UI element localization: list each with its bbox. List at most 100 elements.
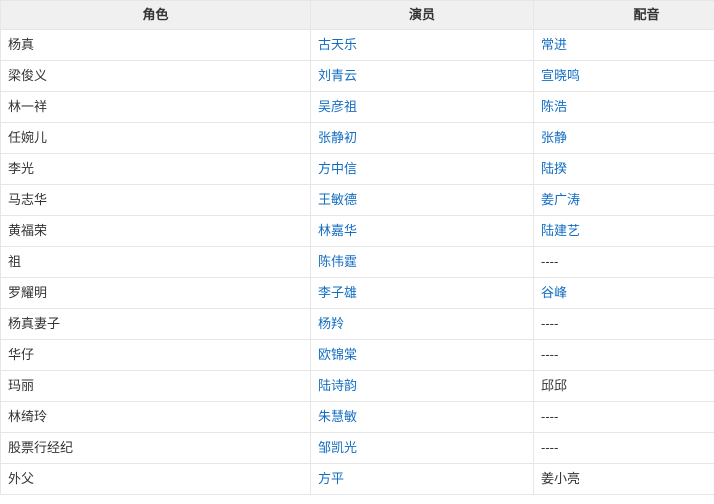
role-text: 祖 xyxy=(8,254,22,269)
voice-cell: ---- xyxy=(533,401,714,433)
role-text: 李光 xyxy=(8,161,35,176)
table-row: 任婉儿 张静初 张静 xyxy=(0,122,714,154)
actor-link[interactable]: 古天乐 xyxy=(318,37,357,52)
role-cell: 杨真妻子 xyxy=(0,308,311,340)
voice-cell: 谷峰 xyxy=(533,277,714,309)
actor-link[interactable]: 邹凯光 xyxy=(318,440,357,455)
role-text: 马志华 xyxy=(8,192,48,207)
role-text: 杨真 xyxy=(8,37,35,52)
actor-cell: 陈伟霆 xyxy=(310,246,534,278)
actor-cell: 古天乐 xyxy=(310,29,534,61)
cast-table-header: 角色 演员 配音 xyxy=(0,0,714,30)
voice-text: ---- xyxy=(541,440,559,455)
table-row: 华仔 欧锦棠 ---- xyxy=(0,339,714,371)
voice-cell: ---- xyxy=(533,308,714,340)
actor-cell: 陆诗韵 xyxy=(310,370,534,402)
role-text: 任婉儿 xyxy=(8,130,48,145)
cast-table: 角色 演员 配音 杨真 古天乐 常进梁俊义 刘青云 宣晓鸣林一祥 吴彦祖 陈浩任婉儿 张静初 张… xyxy=(0,0,714,495)
voice-link[interactable]: 姜广涛 xyxy=(541,192,580,207)
voice-link[interactable]: 张静 xyxy=(541,130,567,145)
actor-link[interactable]: 张静初 xyxy=(318,130,357,145)
actor-cell: 张静初 xyxy=(310,122,534,154)
voice-link[interactable]: 陈浩 xyxy=(541,99,567,114)
role-text: 玛丽 xyxy=(8,378,35,393)
actor-cell: 邹凯光 xyxy=(310,432,534,464)
header-actor: 演员 xyxy=(310,0,534,30)
actor-link[interactable]: 陈伟霆 xyxy=(318,254,357,269)
role-cell: 黄福荣 xyxy=(0,215,311,247)
actor-cell: 朱慧敏 xyxy=(310,401,534,433)
actor-link[interactable]: 王敏德 xyxy=(318,192,357,207)
role-cell: 李光 xyxy=(0,153,311,185)
actor-link[interactable]: 吴彦祖 xyxy=(318,99,357,114)
voice-text: ---- xyxy=(541,254,559,269)
header-role: 角色 xyxy=(0,0,311,30)
voice-cell: 陈浩 xyxy=(533,91,714,123)
actor-link[interactable]: 陆诗韵 xyxy=(318,378,357,393)
role-cell: 华仔 xyxy=(0,339,311,371)
role-cell: 玛丽 xyxy=(0,370,311,402)
actor-link[interactable]: 方中信 xyxy=(318,161,357,176)
actor-cell: 方平 xyxy=(310,463,534,495)
role-text: 黄福荣 xyxy=(8,223,48,238)
role-cell: 马志华 xyxy=(0,184,311,216)
actor-link[interactable]: 林嘉华 xyxy=(318,223,357,238)
voice-cell: ---- xyxy=(533,432,714,464)
voice-cell: ---- xyxy=(533,339,714,371)
voice-link[interactable]: 陆建艺 xyxy=(541,223,580,238)
role-text: 罗耀明 xyxy=(8,285,48,300)
table-row: 玛丽 陆诗韵 邱邱 xyxy=(0,370,714,402)
actor-link[interactable]: 朱慧敏 xyxy=(318,409,357,424)
role-text: 林一祥 xyxy=(8,99,48,114)
actor-cell: 王敏德 xyxy=(310,184,534,216)
voice-link[interactable]: 陆揆 xyxy=(541,161,567,176)
actor-cell: 吴彦祖 xyxy=(310,91,534,123)
actor-cell: 方中信 xyxy=(310,153,534,185)
actor-link[interactable]: 欧锦棠 xyxy=(318,347,357,362)
role-cell: 罗耀明 xyxy=(0,277,311,309)
role-text: 华仔 xyxy=(8,347,35,362)
voice-link[interactable]: 常进 xyxy=(541,37,567,52)
header-voice: 配音 xyxy=(533,0,714,30)
voice-cell: 姜小亮 xyxy=(533,463,714,495)
actor-cell: 李子雄 xyxy=(310,277,534,309)
table-row: 李光 方中信 陆揆 xyxy=(0,153,714,185)
voice-text: ---- xyxy=(541,347,559,362)
role-cell: 林绮玲 xyxy=(0,401,311,433)
table-row: 杨真 古天乐 常进 xyxy=(0,29,714,61)
actor-cell: 杨羚 xyxy=(310,308,534,340)
actor-link[interactable]: 李子雄 xyxy=(318,285,357,300)
table-row: 梁俊义 刘青云 宣晓鸣 xyxy=(0,60,714,92)
voice-cell: 姜广涛 xyxy=(533,184,714,216)
table-row: 林绮玲 朱慧敏 ---- xyxy=(0,401,714,433)
actor-cell: 刘青云 xyxy=(310,60,534,92)
role-cell: 祖 xyxy=(0,246,311,278)
role-text: 林绮玲 xyxy=(8,409,48,424)
role-cell: 梁俊义 xyxy=(0,60,311,92)
role-cell: 杨真 xyxy=(0,29,311,61)
table-row: 外父 方平 姜小亮 xyxy=(0,463,714,495)
actor-cell: 林嘉华 xyxy=(310,215,534,247)
voice-link[interactable]: 谷峰 xyxy=(541,285,567,300)
voice-cell: 陆揆 xyxy=(533,153,714,185)
table-row: 祖 陈伟霆 ---- xyxy=(0,246,714,278)
voice-cell: ---- xyxy=(533,246,714,278)
actor-link[interactable]: 方平 xyxy=(318,471,344,486)
table-row: 马志华 王敏德 姜广涛 xyxy=(0,184,714,216)
table-row: 黄福荣 林嘉华 陆建艺 xyxy=(0,215,714,247)
voice-cell: 宣晓鸣 xyxy=(533,60,714,92)
actor-link[interactable]: 杨羚 xyxy=(318,316,344,331)
role-cell: 林一祥 xyxy=(0,91,311,123)
role-text: 梁俊义 xyxy=(8,68,48,83)
actor-link[interactable]: 刘青云 xyxy=(318,68,357,83)
header-row: 角色 演员 配音 xyxy=(0,0,714,30)
voice-text: ---- xyxy=(541,316,559,331)
table-row: 股票行经纪 邹凯光 ---- xyxy=(0,432,714,464)
voice-text: 姜小亮 xyxy=(541,471,581,486)
voice-link[interactable]: 宣晓鸣 xyxy=(541,68,580,83)
voice-cell: 张静 xyxy=(533,122,714,154)
voice-text: ---- xyxy=(541,409,559,424)
voice-cell: 陆建艺 xyxy=(533,215,714,247)
role-text: 股票行经纪 xyxy=(8,440,74,455)
role-cell: 股票行经纪 xyxy=(0,432,311,464)
